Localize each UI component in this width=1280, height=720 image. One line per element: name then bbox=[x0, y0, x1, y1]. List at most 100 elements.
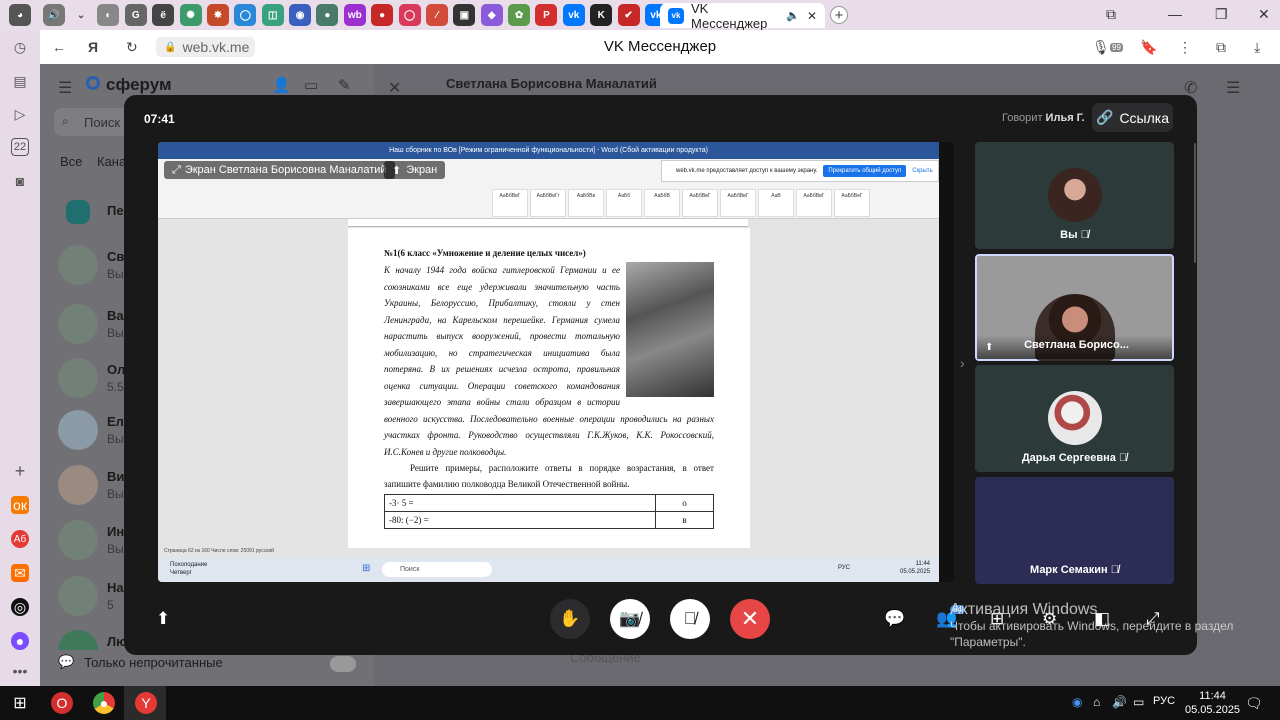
presenter-label: ⤢ Экран Светлана Борисовна Маналатий bbox=[164, 161, 395, 179]
ribbon-style-item[interactable]: АаБбВв bbox=[568, 189, 604, 217]
notifications-icon[interactable]: 🗨 bbox=[1245, 695, 1263, 712]
chevron-right-icon[interactable]: › bbox=[960, 355, 965, 371]
camera-icon[interactable]: ◙ bbox=[11, 172, 29, 190]
collections-icon[interactable]: ▤ bbox=[11, 72, 29, 90]
yandex-browser-icon[interactable]: Y bbox=[135, 692, 157, 714]
taskbar-clock[interactable]: 11:44 05.05.2025 bbox=[1185, 689, 1240, 717]
compose-icon[interactable]: ✎ bbox=[338, 76, 351, 94]
hide-banner-link[interactable]: Скрыть bbox=[912, 168, 932, 174]
tab-icon-4[interactable]: ✺ bbox=[179, 4, 202, 26]
browser-logo-icon[interactable]: ◕ bbox=[9, 4, 31, 26]
tab-icon-8[interactable]: ◉ bbox=[289, 4, 312, 26]
participants-scrollbar[interactable] bbox=[1194, 143, 1196, 263]
tab-icon-12[interactable]: ◯ bbox=[398, 4, 421, 26]
hamburger-icon[interactable]: ☰ bbox=[58, 78, 72, 98]
tray-app-icon[interactable]: ◉ bbox=[1072, 695, 1082, 709]
chrome-icon[interactable]: ● bbox=[93, 692, 115, 714]
url-field[interactable]: 🔒 web.vk.me bbox=[156, 37, 256, 57]
tab-manager-icon[interactable]: ⧉ bbox=[1106, 6, 1116, 23]
tab-icon-2[interactable]: G bbox=[124, 4, 147, 26]
link-button[interactable]: 🔗 Ссылка bbox=[1092, 103, 1173, 132]
tab-icon-19[interactable]: K bbox=[590, 4, 613, 26]
camera-toggle-button[interactable]: 📷̸ bbox=[610, 599, 650, 639]
archive-icon[interactable]: ▭ bbox=[304, 76, 318, 94]
downloads-icon[interactable]: ⤓ bbox=[1254, 39, 1260, 56]
opera-icon[interactable]: O bbox=[51, 692, 73, 714]
filter-all-tab[interactable]: Все bbox=[60, 154, 82, 169]
volume-icon[interactable]: 🔊 bbox=[1112, 695, 1127, 709]
tab-icon-20[interactable]: ✔ bbox=[617, 4, 640, 26]
chat-icon[interactable]: 💬 bbox=[884, 609, 905, 629]
tab-icon-7[interactable]: ◫ bbox=[261, 4, 284, 26]
mail-icon[interactable]: ✉ bbox=[11, 564, 29, 582]
stop-sharing-button[interactable]: Прекратить общий доступ bbox=[823, 165, 907, 177]
chat-menu-icon[interactable]: ☰ bbox=[1226, 78, 1240, 98]
tab-icon-3[interactable]: ё bbox=[152, 4, 175, 26]
tab-group-chevron-icon[interactable]: ⌄ bbox=[70, 4, 92, 26]
ribbon-style-item[interactable]: АаБбВеГ bbox=[834, 189, 870, 217]
participant-tile[interactable]: Дарья Сергеевна 🎙̸ bbox=[975, 365, 1174, 472]
calendar-icon[interactable]: 22 bbox=[11, 138, 29, 156]
bookmark-icon[interactable]: 🔖 bbox=[1140, 39, 1157, 56]
collections-bar-icon[interactable]: ⧉ bbox=[1216, 39, 1226, 56]
tab-icon-17[interactable]: P bbox=[535, 4, 558, 26]
audio-tab-icon[interactable]: 🔊 bbox=[42, 4, 65, 26]
ribbon-style-item[interactable]: АаБбВ bbox=[644, 189, 680, 217]
close-window-icon[interactable]: ✕ bbox=[1258, 6, 1270, 23]
active-tab[interactable]: vk VK Мессенджер 🔈 ✕ bbox=[660, 1, 825, 31]
ribbon-style-item[interactable]: АаБбВвГ bbox=[720, 189, 756, 217]
reload-icon[interactable]: ↻ bbox=[126, 39, 138, 56]
ribbon-style-item[interactable]: АаВ bbox=[758, 189, 794, 217]
tab-icon-6[interactable]: ◯ bbox=[234, 4, 257, 26]
tab-icon-15[interactable]: ◆ bbox=[480, 4, 503, 26]
tab-icon-16[interactable]: ✿ bbox=[508, 4, 531, 26]
language-indicator[interactable]: РУС bbox=[1153, 695, 1175, 707]
tab-icon-1[interactable]: ◐ bbox=[97, 4, 120, 26]
notification-badge[interactable]: 99 bbox=[1110, 43, 1123, 52]
microphone-icon[interactable]: 🎙 bbox=[1092, 39, 1110, 56]
participant-tile[interactable]: ⬆ Светлана Борисо... bbox=[975, 254, 1174, 361]
tab-icon-5[interactable]: ✸ bbox=[206, 4, 229, 26]
ribbon-style-item[interactable]: АаБб bbox=[606, 189, 642, 217]
tab-icon-14[interactable]: ▣ bbox=[453, 4, 476, 26]
end-call-button[interactable]: ✕ bbox=[730, 599, 770, 639]
new-tab-button[interactable]: + bbox=[830, 6, 848, 24]
ribbon-style-item[interactable]: АаБбВвГ bbox=[796, 189, 832, 217]
network-icon[interactable]: ⌂ bbox=[1093, 695, 1100, 709]
shared-screen[interactable]: Наш сборник по ВОв [Режим ограниченной ф… bbox=[158, 142, 954, 582]
add-sidebar-icon[interactable]: + bbox=[11, 461, 29, 481]
alice-icon[interactable]: ◎ bbox=[11, 598, 29, 616]
minimize-call-icon[interactable]: ⬆ bbox=[156, 609, 170, 629]
filter-channels-tab[interactable]: Кана bbox=[97, 154, 126, 169]
maximize-icon[interactable]: ❐ bbox=[1215, 6, 1228, 23]
browser-menu-icon[interactable]: ⋮ bbox=[1178, 39, 1192, 56]
more-icon[interactable]: ••• bbox=[11, 662, 29, 680]
history-icon[interactable]: ◷ bbox=[11, 38, 29, 56]
tab-icon-9[interactable]: ● bbox=[316, 4, 339, 26]
tab-icon-11[interactable]: ● bbox=[371, 4, 394, 26]
yandex-icon[interactable]: Я bbox=[88, 39, 98, 55]
start-button-icon[interactable]: ⊞ bbox=[9, 692, 31, 714]
unread-toggle[interactable] bbox=[330, 656, 356, 672]
ribbon-style-item[interactable]: АаБбВвГг bbox=[530, 189, 566, 217]
odnoklassniki-icon[interactable]: ок bbox=[11, 496, 29, 514]
translate-icon[interactable]: Аб bbox=[11, 530, 29, 548]
media-icon[interactable]: ▷ bbox=[11, 105, 29, 123]
add-contact-icon[interactable]: 👤 bbox=[272, 76, 291, 94]
ribbon-style-item[interactable]: АаБбВвГ bbox=[492, 189, 528, 217]
minimize-icon[interactable]: — bbox=[1168, 6, 1182, 22]
tab-audio-icon[interactable]: 🔈 bbox=[786, 9, 800, 22]
close-tab-icon[interactable]: ✕ bbox=[807, 9, 817, 23]
tab-icon-13[interactable]: ⁄ bbox=[425, 4, 448, 26]
ribbon-style-item[interactable]: АаБбВвГ bbox=[682, 189, 718, 217]
participant-tile[interactable]: Марк Семакин 🎙̸ bbox=[975, 477, 1174, 584]
tab-icon-18[interactable]: vk bbox=[562, 4, 585, 26]
screen-chip[interactable]: ⬆ Экран bbox=[384, 161, 446, 179]
mic-toggle-button[interactable]: 🎙̸ bbox=[670, 599, 710, 639]
raise-hand-button[interactable]: ✋ bbox=[550, 599, 590, 639]
back-icon[interactable]: ← bbox=[52, 39, 66, 55]
tab-icon-10[interactable]: wb bbox=[343, 4, 366, 26]
participant-tile[interactable]: Вы 🎙̸ bbox=[975, 142, 1174, 249]
battery-icon[interactable]: ▭ bbox=[1133, 695, 1144, 709]
assistant-icon[interactable]: ● bbox=[11, 632, 29, 650]
